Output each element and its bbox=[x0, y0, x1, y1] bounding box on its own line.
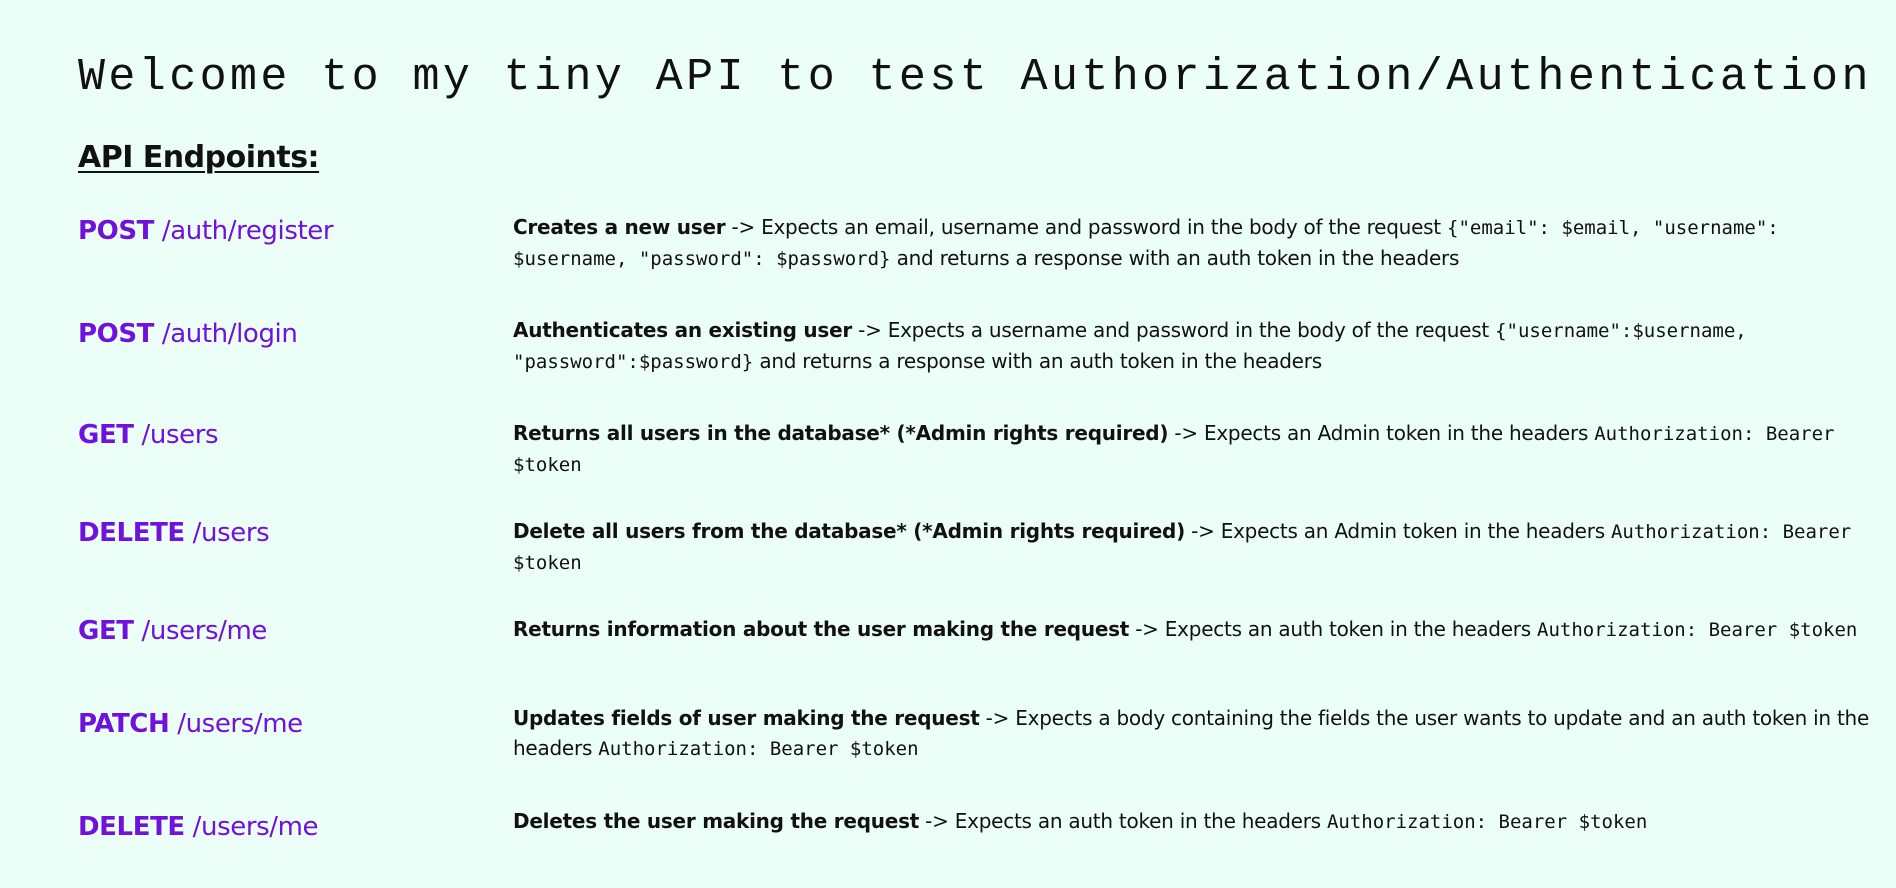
endpoint-code: Authorization: Bearer $token bbox=[1537, 619, 1858, 641]
endpoint-description: Returns information about the user makin… bbox=[513, 614, 1893, 645]
endpoint-description: Deletes the user making the request -> E… bbox=[513, 806, 1893, 837]
endpoint-method: GET bbox=[78, 420, 134, 450]
endpoint-text: -> Expects an email, username and passwo… bbox=[725, 215, 1447, 239]
endpoint-text: -> Expects an auth token in the headers bbox=[1129, 617, 1538, 641]
endpoint-route: DELETE /users bbox=[78, 518, 270, 548]
endpoint-text: -> Expects a username and password in th… bbox=[852, 318, 1496, 342]
endpoint-summary: Deletes the user making the request bbox=[513, 809, 920, 833]
endpoint-suffix: and returns a response with an auth toke… bbox=[890, 246, 1460, 270]
endpoint-path: /users bbox=[141, 420, 219, 450]
endpoint-route: POST /auth/login bbox=[78, 319, 298, 349]
endpoint-path: /auth/login bbox=[161, 319, 298, 349]
endpoint-text: -> Expects an Admin token in the headers bbox=[1168, 421, 1595, 445]
endpoint-code: Authorization: Bearer $token bbox=[1326, 811, 1648, 833]
endpoint-route: PATCH /users/me bbox=[78, 709, 303, 739]
endpoint-code: Authorization: Bearer $token bbox=[598, 738, 919, 760]
endpoint-path: /users bbox=[192, 518, 270, 548]
endpoint-path: /users/me bbox=[177, 709, 303, 739]
endpoint-summary: Returns all users in the database* (*Adm… bbox=[513, 421, 1169, 445]
page-title: Welcome to my tiny API to test Authoriza… bbox=[78, 52, 1872, 103]
endpoint-path: /users/me bbox=[141, 616, 268, 646]
endpoint-method: GET bbox=[78, 616, 134, 646]
endpoint-description: Updates fields of user making the reques… bbox=[513, 703, 1893, 764]
endpoint-text: -> Expects an Admin token in the headers bbox=[1185, 519, 1611, 543]
endpoint-method: DELETE bbox=[78, 812, 185, 842]
endpoint-route: DELETE /users/me bbox=[78, 812, 319, 842]
endpoint-summary: Updates fields of user making the reques… bbox=[513, 706, 980, 730]
endpoint-path: /users/me bbox=[192, 812, 319, 842]
endpoint-method: POST bbox=[78, 216, 155, 246]
endpoint-route: GET /users/me bbox=[78, 616, 267, 646]
endpoint-route: GET /users bbox=[78, 420, 219, 450]
endpoint-summary: Creates a new user bbox=[513, 215, 726, 239]
section-heading: API Endpoints: bbox=[78, 140, 320, 175]
endpoint-summary: Authenticates an existing user bbox=[513, 318, 853, 342]
endpoint-description: Creates a new user -> Expects an email, … bbox=[513, 212, 1893, 274]
endpoint-text: -> Expects an auth token in the headers bbox=[919, 809, 1327, 833]
endpoint-description: Delete all users from the database* (*Ad… bbox=[513, 516, 1893, 578]
endpoint-description: Returns all users in the database* (*Adm… bbox=[513, 418, 1893, 480]
endpoint-route: POST /auth/register bbox=[78, 216, 334, 246]
endpoint-summary: Delete all users from the database* (*Ad… bbox=[513, 519, 1186, 543]
endpoint-path: /auth/register bbox=[161, 216, 334, 246]
endpoint-description: Authenticates an existing user -> Expect… bbox=[513, 315, 1893, 377]
endpoint-method: PATCH bbox=[78, 709, 170, 739]
endpoint-method: DELETE bbox=[78, 518, 185, 548]
endpoint-suffix: and returns a response with an auth toke… bbox=[753, 349, 1322, 373]
endpoint-method: POST bbox=[78, 319, 155, 349]
endpoint-summary: Returns information about the user makin… bbox=[513, 617, 1130, 641]
